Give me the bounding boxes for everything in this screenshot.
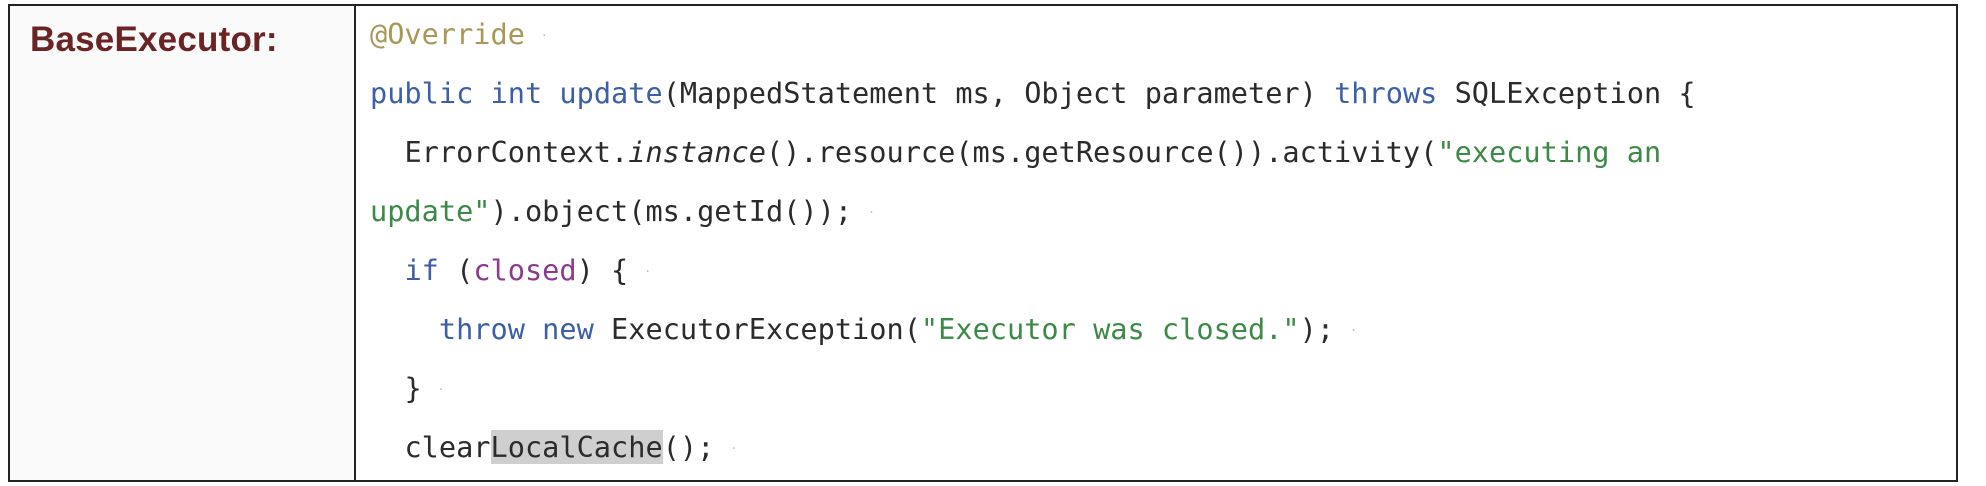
exception-type: SQLException { (1437, 76, 1696, 110)
instance-call: instance (628, 135, 766, 169)
exception-message: "Executor was closed." (920, 312, 1300, 346)
closed-field: closed (473, 253, 577, 287)
activity-string-cont: update" (370, 194, 491, 228)
code-line-8: clearLocalCache(); · (370, 427, 736, 467)
clear-prefix: clear (404, 430, 491, 464)
code-line-1: @Override · (370, 14, 547, 54)
label-cell: BaseExecutor: ․ (10, 6, 356, 480)
paragraph-mark-icon: · (869, 205, 874, 221)
resource-chain: ().resource(ms.getResource()).activity( (765, 135, 1438, 169)
code-line-7: } · (370, 368, 443, 408)
paragraph-mark-icon: · (645, 264, 650, 280)
class-label: BaseExecutor: (30, 20, 278, 59)
keyword-throws: throws (1334, 76, 1438, 110)
code-line-5: if (closed) { · (370, 250, 650, 290)
if-close: ) { (576, 253, 629, 287)
code-line-3: ErrorContext.instance().resource(ms.getR… (370, 132, 1661, 172)
paragraph-mark-icon: · (1351, 323, 1356, 339)
object-call: ).object(ms.getId()); (490, 194, 853, 228)
highlighted-text: LocalCache (490, 430, 663, 464)
closing-brace: } (404, 371, 422, 405)
annotation: @Override (370, 17, 525, 51)
exception-class: ExecutorException( (593, 312, 921, 346)
keyword-if: if (404, 253, 439, 287)
code-table: BaseExecutor: ․ @Override · public int u… (8, 4, 1958, 482)
keyword-public: public (370, 76, 474, 110)
statement-end: ); (1299, 312, 1335, 346)
paragraph-mark-icon: · (438, 382, 444, 398)
if-open: ( (438, 253, 474, 287)
keyword-new: new (542, 312, 594, 346)
code-line-4: update").object(ms.getId()); · (370, 191, 874, 231)
clear-suffix: (); (662, 430, 715, 464)
activity-string: "executing an (1437, 135, 1662, 169)
keyword-throw: throw (438, 312, 525, 346)
paragraph-mark-icon: · (731, 441, 736, 457)
code-line-2: public int update(MappedStatement ms, Ob… (370, 73, 1696, 113)
paragraph-mark-icon: ․ (250, 36, 255, 50)
paragraph-mark-icon: · (542, 28, 547, 44)
method-params: (MappedStatement ms, Object parameter) (662, 76, 1335, 110)
code-cell: @Override · public int update(MappedStat… (356, 6, 1956, 480)
keyword-int: int (490, 76, 543, 110)
method-name: update (559, 76, 663, 110)
code-line-6: throw new ExecutorException("Executor wa… (370, 309, 1356, 349)
error-context: ErrorContext. (404, 135, 629, 169)
